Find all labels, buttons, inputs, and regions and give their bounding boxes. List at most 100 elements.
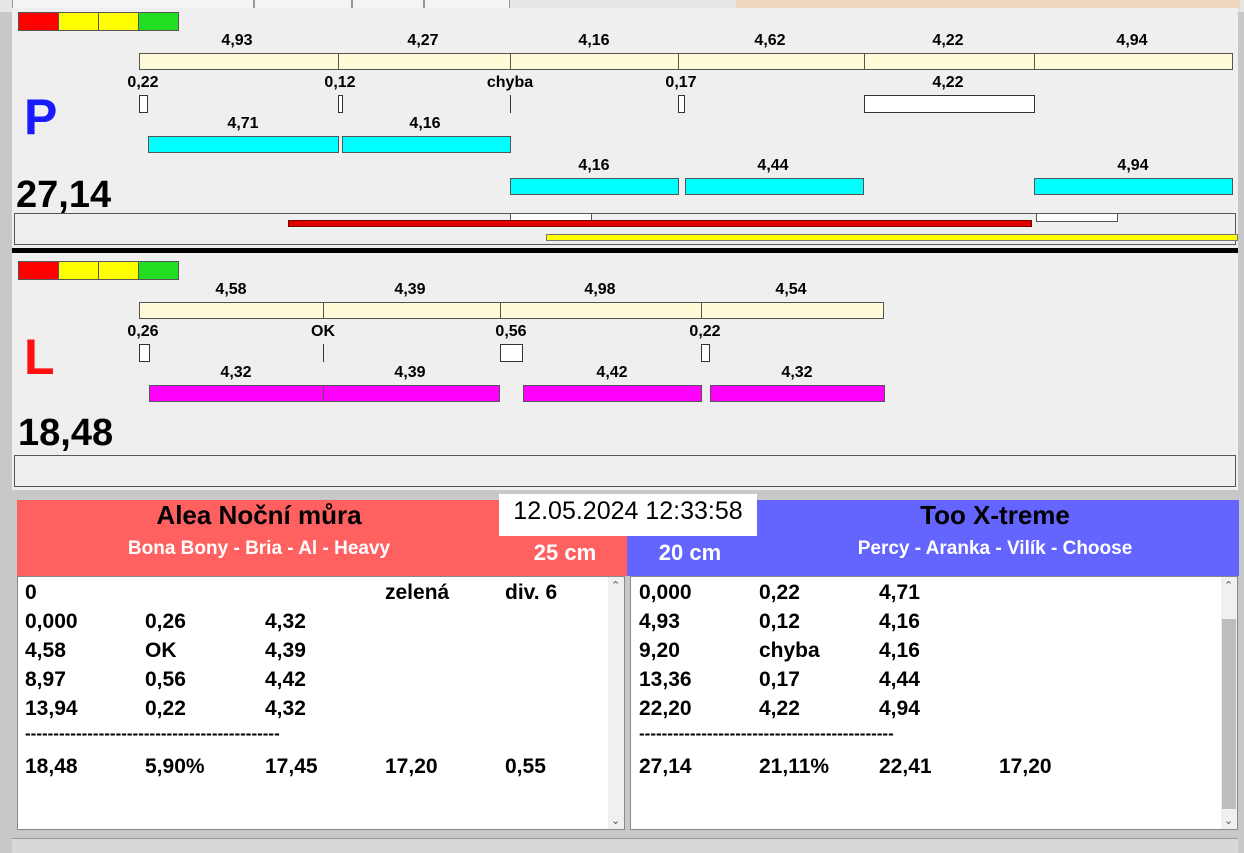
split-bar: [510, 53, 679, 70]
list-cell: 4,71: [879, 581, 920, 604]
list-cell: 8,97: [25, 668, 66, 691]
list-cell: 0,26: [145, 610, 186, 633]
run-bar: [510, 178, 679, 195]
run-bar: [149, 385, 324, 402]
list-cell: 0,22: [759, 581, 800, 604]
list-cell: 4,44: [879, 668, 920, 691]
run-label: 4,16: [409, 115, 441, 132]
right-team-height: 20 cm: [658, 540, 722, 565]
scroll-down-icon[interactable]: ⌄: [611, 814, 620, 827]
list-cell: 13,94: [25, 697, 78, 720]
sensor-tick: [323, 344, 324, 362]
sensor-label: 0,56: [495, 323, 527, 340]
left-list-scrollbar[interactable]: ⌃ ⌄: [608, 577, 624, 829]
list-cell: 4,32: [265, 697, 306, 720]
run-label: 4,32: [781, 364, 813, 381]
list-cell: 4,39: [265, 639, 306, 662]
scroll-up-icon[interactable]: ⌃: [611, 579, 620, 592]
run-bar: [685, 178, 864, 195]
sensor-box: [500, 344, 523, 362]
right-team-members: Percy - Aranka - Vilík - Choose: [857, 538, 1133, 559]
split-bar: [1034, 53, 1233, 70]
right-team-name: Too X-treme: [920, 500, 1070, 530]
light-yellow: [98, 12, 139, 31]
lane-p-time: 27,14: [16, 174, 112, 216]
list-cell: 22,20: [639, 697, 692, 720]
light-yellow: [58, 261, 99, 280]
list-cell: 4,16: [879, 639, 920, 662]
sensor-box: [338, 95, 343, 113]
run-label: 4,39: [394, 364, 426, 381]
sensor-box: [864, 95, 1035, 113]
list-cell: 4,93: [639, 610, 680, 633]
split-label: 4,93: [221, 32, 253, 49]
list-cell: 4,22: [759, 697, 800, 720]
split-bar: [323, 302, 501, 319]
split-bar: [139, 53, 339, 70]
run-bar: [710, 385, 885, 402]
sensor-box: [678, 95, 685, 113]
list-cell: 21,11%: [759, 755, 830, 778]
light-red: [18, 12, 59, 31]
separator-text: ----------------------------------------…: [25, 724, 280, 743]
light-yellow: [58, 12, 99, 31]
split-bar: [701, 302, 884, 319]
list-cell: 9,20: [639, 639, 680, 662]
scroll-up-icon[interactable]: ⌃: [1224, 579, 1233, 592]
sensor-box: [701, 344, 710, 362]
sensor-label: 0,22: [689, 323, 721, 340]
run-label: 4,42: [596, 364, 628, 381]
sensor-label: chyba: [486, 74, 534, 91]
list-cell: zelená: [385, 581, 450, 604]
sensor-label: OK: [311, 323, 335, 340]
list-cell: 4,58: [25, 639, 66, 662]
lane-p-letter: P: [24, 89, 58, 145]
run-label: 4,94: [1117, 157, 1149, 174]
split-label: 4,98: [584, 281, 616, 298]
run-label: 4,32: [220, 364, 252, 381]
list-cell: 0: [25, 581, 37, 604]
list-cell: 0,12: [759, 610, 800, 633]
scroll-down-icon[interactable]: ⌄: [1224, 814, 1233, 827]
list-cell: 5,90%: [145, 755, 205, 778]
left-results-list[interactable]: 0 zelená div. 6 0,000 0,26 4,32 4,58 OK …: [17, 576, 625, 830]
sensor-tick: [510, 95, 511, 113]
lane-l-time: 18,48: [18, 412, 114, 454]
list-cell: 0,56: [145, 668, 186, 691]
track-marker: [1036, 213, 1118, 222]
list-cell: chyba: [759, 639, 820, 662]
list-cell: 0,22: [145, 697, 186, 720]
list-cell: 4,94: [879, 697, 920, 720]
yellow-progress-bar: [546, 234, 1238, 241]
split-label: 4,58: [215, 281, 247, 298]
sensor-label: 4,22: [932, 74, 964, 91]
split-label: 4,27: [407, 32, 439, 49]
red-progress-bar: [288, 220, 1032, 227]
run-label: 4,44: [757, 157, 789, 174]
sensor-label: 0,22: [127, 74, 159, 91]
split-label: 4,22: [932, 32, 964, 49]
list-cell: 0,55: [505, 755, 546, 778]
left-team-height: 25 cm: [533, 540, 597, 565]
list-cell: 4,16: [879, 610, 920, 633]
right-results-list[interactable]: 0,000 0,22 4,71 4,93 0,12 4,16 9,20 chyb…: [630, 576, 1238, 830]
list-cell: 17,20: [385, 755, 438, 778]
split-label: 4,39: [394, 281, 426, 298]
light-green: [138, 12, 179, 31]
scroll-thumb[interactable]: [1222, 619, 1236, 809]
sensor-box: [139, 95, 148, 113]
lane-p-panel: [12, 8, 1238, 248]
list-cell: 0,000: [639, 581, 692, 604]
traffic-lights-p: [18, 12, 179, 36]
split-bar: [678, 53, 865, 70]
left-team-name: Alea Noční můra: [156, 500, 362, 530]
run-bar: [342, 136, 511, 153]
run-bar: [1034, 178, 1233, 195]
right-list-scrollbar[interactable]: ⌃ ⌄: [1221, 577, 1237, 829]
sensor-label: 0,12: [324, 74, 356, 91]
list-cell: 0,000: [25, 610, 78, 633]
split-label: 4,16: [578, 32, 610, 49]
sensor-box: [139, 344, 150, 362]
sensor-label: 0,17: [665, 74, 697, 91]
list-cell: 17,45: [265, 755, 318, 778]
